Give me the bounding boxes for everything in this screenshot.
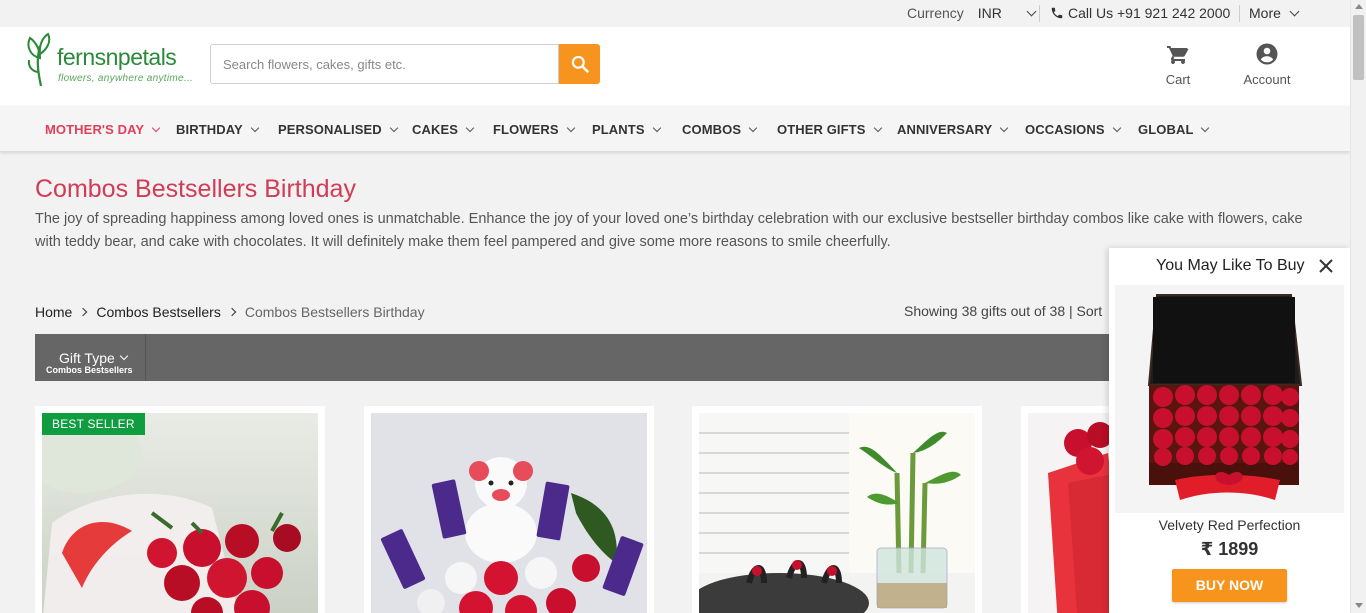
breadcrumb: Home Combos Bestsellers Combos Bestselle… (35, 304, 425, 320)
scrollbar-thumb[interactable] (1353, 15, 1364, 80)
buy-now-button[interactable]: BUY NOW (1172, 569, 1287, 602)
gift-type-label: Gift Type (59, 350, 115, 366)
nav-item-plants[interactable]: PLANTS (592, 122, 661, 137)
site-header: fernsnpetals flowers, anywhere anytime..… (0, 27, 1350, 106)
nav-label: MOTHER'S DAY (45, 122, 145, 137)
logo-leaf-icon (27, 32, 51, 87)
nav-item-combos[interactable]: COMBOS (682, 122, 758, 137)
cart-label: Cart (1165, 72, 1191, 87)
recommendation-popup: You May Like To Buy Velvety Red Perfecti… (1109, 248, 1350, 613)
chevron-down-icon (1201, 123, 1210, 132)
best-seller-badge: BEST SELLER (42, 413, 145, 435)
scroll-down-arrow-icon[interactable] (1355, 603, 1363, 608)
popup-product-name: Velvety Red Perfection (1158, 517, 1301, 533)
product-card[interactable] (35, 406, 325, 613)
more-menu[interactable]: More (1249, 5, 1300, 21)
chevron-down-icon (389, 123, 399, 132)
nav-item-mothers-day[interactable]: MOTHER'S DAY (45, 122, 161, 137)
site-logo[interactable]: fernsnpetals flowers, anywhere anytime..… (24, 30, 194, 88)
chevron-down-icon (465, 123, 475, 132)
nav-label: OTHER GIFTS (777, 122, 866, 137)
cart-icon (1167, 46, 1189, 64)
account-icon (1256, 43, 1278, 65)
product-card[interactable] (692, 406, 982, 613)
logo-brand-text: fernsnpetals (57, 44, 177, 70)
chevron-right-icon (227, 307, 237, 317)
chevron-down-icon (566, 123, 575, 132)
top-utility-bar: Currency INR Call Us +91 921 242 2000 Mo… (0, 0, 1350, 27)
nav-label: BIRTHDAY (176, 122, 243, 137)
currency-label: Currency (907, 5, 964, 21)
scroll-up-arrow-icon[interactable] (1355, 4, 1363, 9)
page-title: Combos Bestsellers Birthday (35, 175, 356, 203)
nav-label: COMBOS (682, 122, 742, 137)
logo-tagline: flowers, anywhere anytime... (58, 73, 194, 84)
breadcrumb-current: Combos Bestsellers Birthday (244, 304, 425, 320)
gift-type-selected: Combos Bestsellers (46, 365, 133, 375)
cart-button[interactable]: Cart (1160, 42, 1196, 87)
close-icon[interactable] (1317, 257, 1335, 275)
call-us-link[interactable]: Call Us +91 921 242 2000 (1050, 5, 1230, 21)
product-image-roses-bouquet[interactable] (42, 413, 318, 613)
search-input[interactable] (210, 44, 559, 84)
more-label: More (1249, 5, 1281, 21)
nav-item-flowers[interactable]: FLOWERS (493, 122, 575, 137)
main-navigation: MOTHER'S DAY BIRTHDAY PERSONALISED CAKES… (0, 106, 1350, 152)
nav-item-birthday[interactable]: BIRTHDAY (176, 122, 260, 137)
chevron-down-icon (873, 123, 882, 132)
breadcrumb-parent[interactable]: Combos Bestsellers (96, 304, 221, 320)
phone-icon (1051, 7, 1063, 19)
nav-item-personalised[interactable]: PERSONALISED (278, 122, 399, 137)
chevron-down-icon (250, 123, 260, 132)
chevron-down-icon (119, 351, 129, 361)
nav-item-anniversary[interactable]: ANNIVERSARY (897, 122, 1009, 137)
chevron-down-icon (1112, 123, 1121, 132)
divider (1039, 5, 1040, 22)
chevron-down-icon (1289, 6, 1300, 16)
nav-label: PLANTS (592, 122, 645, 137)
nav-item-other-gifts[interactable]: OTHER GIFTS (777, 122, 882, 137)
nav-label: FLOWERS (493, 122, 559, 137)
nav-label: CAKES (412, 122, 459, 137)
nav-label: ANNIVERSARY (897, 122, 993, 137)
gift-type-filter[interactable]: Gift Type Combos Bestsellers (35, 334, 146, 381)
search-bar (210, 44, 600, 84)
account-label: Account (1243, 72, 1291, 87)
filter-bar: Gift Type Combos Bestsellers (35, 334, 1115, 381)
popup-product-image[interactable] (1115, 285, 1344, 513)
divider (1239, 5, 1240, 22)
search-icon (571, 55, 589, 73)
chevron-down-icon (1000, 123, 1009, 132)
call-us-label: Call Us +91 921 242 2000 (1068, 5, 1231, 21)
breadcrumb-home[interactable]: Home (35, 304, 72, 320)
search-button[interactable] (559, 44, 600, 84)
gift-type-label-wrap: Gift Type (59, 350, 129, 366)
chevron-down-icon (652, 123, 661, 132)
page-scrollbar[interactable] (1350, 0, 1366, 613)
nav-item-cakes[interactable]: CAKES (412, 122, 475, 137)
product-card[interactable] (364, 406, 654, 613)
results-count: Showing 38 gifts out of 38 | Sort (904, 303, 1103, 319)
currency-value: INR (977, 5, 1002, 21)
popup-title: You May Like To Buy (1156, 257, 1305, 274)
nav-item-global[interactable]: GLOBAL (1138, 122, 1210, 137)
product-image-bamboo-cake[interactable] (699, 413, 975, 613)
chevron-right-icon (79, 307, 88, 317)
nav-label: GLOBAL (1138, 122, 1194, 137)
popup-product-price: ₹ 1899 (1200, 539, 1259, 559)
account-button[interactable]: Account (1236, 42, 1298, 87)
currency-selector[interactable]: Currency INR (907, 5, 1037, 21)
chevron-down-icon (1026, 6, 1037, 16)
nav-item-occasions[interactable]: OCCASIONS (1025, 122, 1121, 137)
chevron-down-icon (151, 123, 161, 132)
product-image-teddy-chocolates[interactable] (371, 413, 647, 613)
chevron-down-icon (748, 123, 758, 132)
nav-label: PERSONALISED (278, 122, 382, 137)
nav-label: OCCASIONS (1025, 122, 1105, 137)
